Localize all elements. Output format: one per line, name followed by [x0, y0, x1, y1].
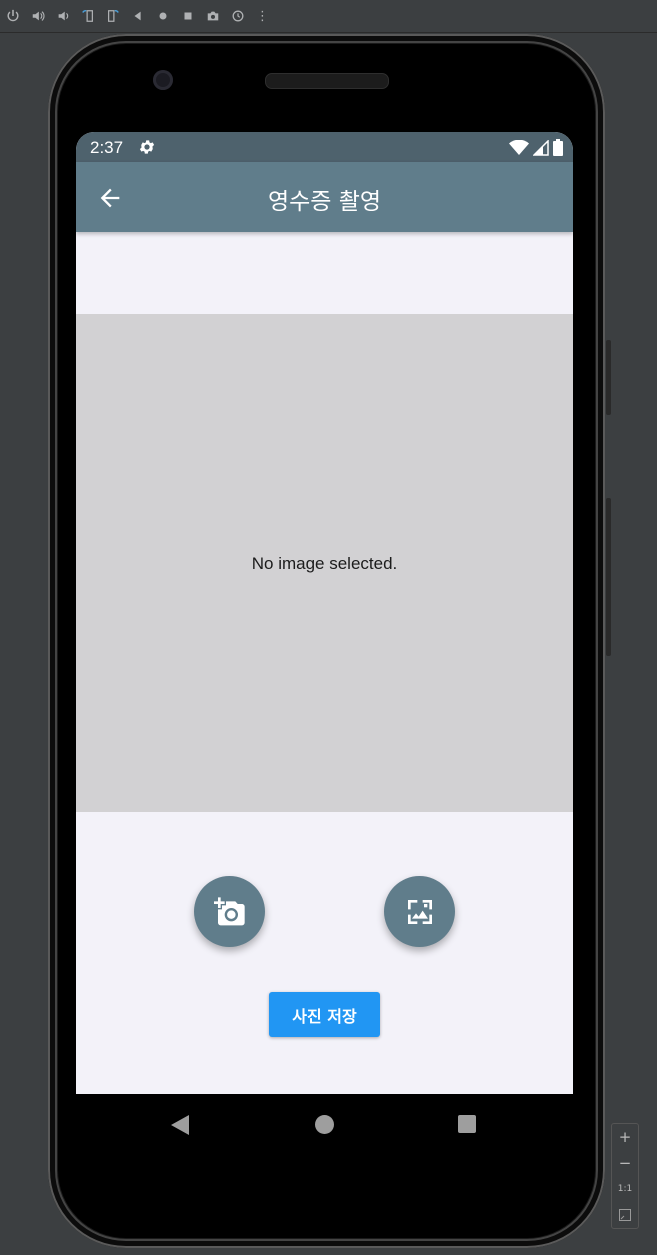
- fit-screen-icon: [619, 1209, 631, 1221]
- image-placeholder-text: No image selected.: [251, 554, 398, 573]
- battery-icon: [553, 139, 563, 156]
- nav-home-icon[interactable]: [315, 1115, 334, 1134]
- emulator-toolbar: ⋮: [0, 0, 657, 32]
- signal-icon: [533, 139, 549, 156]
- settings-gear-icon: [139, 140, 155, 154]
- add-a-photo-icon: [213, 896, 245, 925]
- volume-up-icon[interactable]: [25, 0, 50, 32]
- power-icon[interactable]: [0, 0, 25, 32]
- side-power-button: [606, 340, 611, 415]
- screenshot-icon[interactable]: [200, 0, 225, 32]
- earpiece-speaker: [265, 73, 389, 89]
- volume-down-icon[interactable]: [50, 0, 75, 32]
- rotate-left-icon[interactable]: [75, 0, 100, 32]
- status-icons: [509, 139, 563, 156]
- wifi-icon: [509, 139, 529, 155]
- more-icon[interactable]: ⋮: [250, 0, 275, 32]
- overview-icon[interactable]: [175, 0, 200, 32]
- app-bar: 영수증 촬영: [76, 162, 573, 232]
- zoom-in-button[interactable]: +: [619, 1124, 632, 1150]
- home-icon[interactable]: [150, 0, 175, 32]
- page-title: 영수증 촬영: [267, 189, 382, 215]
- zoom-actual-size-button[interactable]: 1:1: [618, 1176, 632, 1202]
- app-screen: 2:37 영수증 촬영 No image selected. 사진 저장: [76, 132, 573, 1094]
- status-bar: 2:37: [76, 132, 573, 162]
- take-photo-button[interactable]: [194, 876, 265, 947]
- save-photo-button[interactable]: 사진 저장: [269, 992, 380, 1037]
- zoom-panel: + − 1:1: [611, 1123, 639, 1229]
- zoom-rotate-icon[interactable]: [225, 0, 250, 32]
- photo-size-select-icon: [407, 899, 432, 924]
- rotate-right-icon[interactable]: [100, 0, 125, 32]
- status-time: 2:37: [90, 138, 124, 157]
- toolbar-divider: [0, 32, 657, 33]
- select-photo-button[interactable]: [384, 876, 455, 947]
- nav-recents-icon[interactable]: [458, 1115, 476, 1133]
- zoom-fit-button[interactable]: [619, 1202, 631, 1228]
- side-volume-button: [606, 498, 611, 656]
- nav-back-icon[interactable]: [170, 1114, 190, 1136]
- system-nav-bar: [76, 1094, 573, 1156]
- zoom-out-button[interactable]: −: [619, 1150, 632, 1176]
- front-camera: [153, 70, 173, 90]
- image-preview: No image selected.: [76, 314, 573, 812]
- back-icon[interactable]: [125, 0, 150, 32]
